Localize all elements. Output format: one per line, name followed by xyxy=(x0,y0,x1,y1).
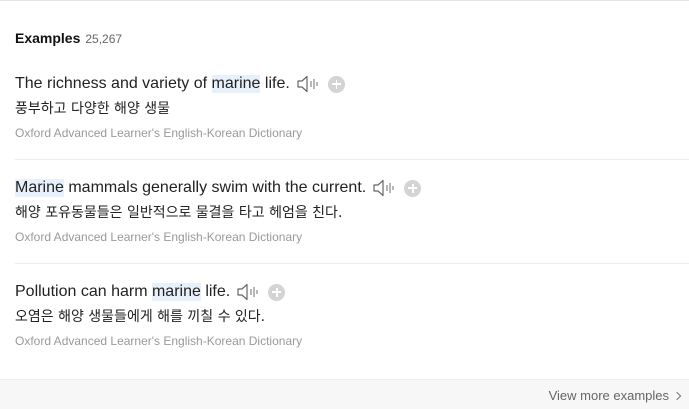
speaker-icon[interactable] xyxy=(372,178,396,198)
highlighted-keyword: Marine xyxy=(15,179,64,197)
examples-header: Examples 25,267 xyxy=(15,30,122,46)
example-sentence: Marine mammals generally swim with the c… xyxy=(15,177,689,199)
example-source: Oxford Advanced Learner's English-Korean… xyxy=(15,126,303,140)
sentence-text-before: The richness and variety of xyxy=(15,75,212,92)
example-sentence: The richness and variety of marine life. xyxy=(15,73,689,95)
add-to-wordbook-plus-icon[interactable] xyxy=(327,75,345,93)
highlighted-keyword: marine xyxy=(151,283,201,301)
divider xyxy=(15,263,689,264)
speaker-icon[interactable] xyxy=(296,74,320,94)
highlighted-keyword: marine xyxy=(211,75,261,93)
sentence-text-after: life. xyxy=(200,283,231,300)
sentence-text-before: Pollution can harm xyxy=(15,283,152,300)
view-more-label: View more examples xyxy=(548,388,669,403)
sentence-text-after: life. xyxy=(260,75,290,92)
example-translation: 오염은 해양 생물들에게 해를 끼칠 수 있다. xyxy=(15,309,266,325)
examples-title: Examples xyxy=(15,30,81,46)
chevron-right-icon xyxy=(672,391,682,400)
examples-count: 25,267 xyxy=(85,32,123,46)
example-item: The richness and variety of marine life.… xyxy=(15,73,689,140)
example-item: Pollution can harm marine life. 오염은 해양 생… xyxy=(15,281,689,348)
example-translation: 해양 포유동물들은 일반적으로 물결을 타고 헤엄을 친다. xyxy=(15,205,343,221)
example-translation: 풍부하고 다양한 해양 생물 xyxy=(15,101,171,117)
view-more-examples-link[interactable]: View more examples xyxy=(548,388,682,403)
add-to-wordbook-plus-icon[interactable] xyxy=(268,283,286,301)
examples-footer: View more examples xyxy=(0,379,689,409)
example-item: Marine mammals generally swim with the c… xyxy=(15,177,689,244)
example-source: Oxford Advanced Learner's English-Korean… xyxy=(15,334,303,348)
add-to-wordbook-plus-icon[interactable] xyxy=(404,179,422,197)
divider xyxy=(15,159,689,160)
examples-panel: Examples 25,267 The richness and variety… xyxy=(0,0,689,409)
speaker-icon[interactable] xyxy=(236,282,260,302)
sentence-text-after: mammals generally swim with the current. xyxy=(63,179,367,196)
example-source: Oxford Advanced Learner's English-Korean… xyxy=(15,230,303,244)
example-sentence: Pollution can harm marine life. xyxy=(15,281,689,303)
